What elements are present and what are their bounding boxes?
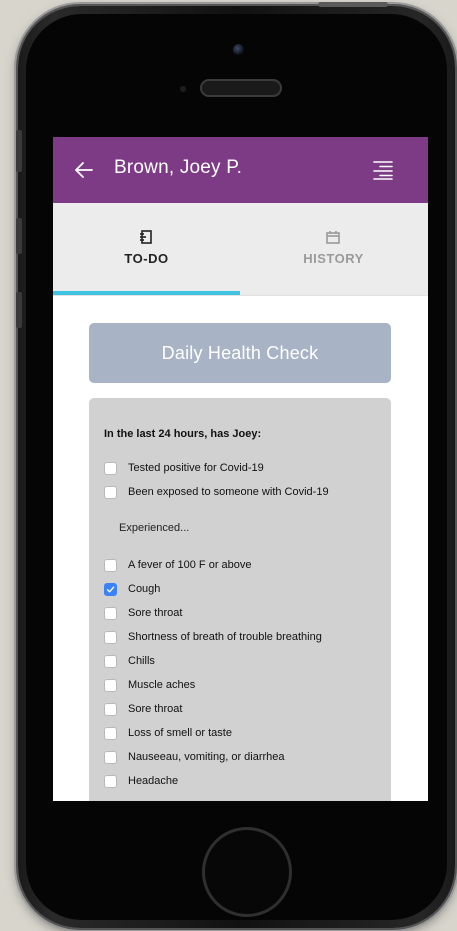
check-icon <box>106 586 115 592</box>
volume-up-button <box>16 218 22 254</box>
checkbox[interactable] <box>104 702 117 716</box>
checkbox-row[interactable]: Tested positive for Covid-19 <box>104 460 264 476</box>
questionnaire-card: In the last 24 hours, has Joey: Tested p… <box>89 398 391 801</box>
front-camera <box>233 44 244 55</box>
proximity-sensor <box>180 86 186 92</box>
daily-health-check-button[interactable]: Daily Health Check <box>89 323 391 383</box>
tab-bar: TO-DO HISTORY <box>53 203 428 296</box>
checkbox-label: Been exposed to someone with Covid-19 <box>128 486 329 498</box>
checkbox-row[interactable]: Chills <box>104 653 155 669</box>
checkbox-row[interactable]: Headache <box>104 773 178 789</box>
todo-content: Daily Health Check In the last 24 hours,… <box>53 295 428 801</box>
checkbox-row[interactable]: Sore throat <box>104 701 182 717</box>
checkbox-label: Cough <box>128 583 161 595</box>
power-button <box>318 2 388 7</box>
checkbox-row[interactable]: Cough <box>104 581 160 597</box>
home-button[interactable] <box>202 827 292 917</box>
calendar-icon <box>326 231 340 244</box>
checkbox-row[interactable]: Been exposed to someone with Covid-19 <box>104 484 329 500</box>
checkbox-row[interactable]: A fever of 100 F or above <box>104 557 252 573</box>
earpiece-speaker <box>200 79 282 97</box>
checkbox[interactable] <box>104 606 117 620</box>
checkbox[interactable] <box>104 558 117 572</box>
patient-name: Brown, Joey P. <box>114 157 243 178</box>
app-screen: Brown, Joey P. TO-DO HISTORY Daily Healt… <box>53 137 428 801</box>
checkbox-label: Headache <box>128 775 179 787</box>
tab-todo-label: TO-DO <box>124 251 169 266</box>
checkbox-label: Muscle aches <box>128 679 196 691</box>
checkbox-row[interactable]: Loss of smell or taste <box>104 725 232 741</box>
question-heading: In the last 24 hours, has Joey: <box>104 428 262 440</box>
todo-icon <box>140 230 152 244</box>
checkbox-label: A fever of 100 F or above <box>128 559 252 571</box>
app-header: Brown, Joey P. <box>53 137 428 203</box>
checkbox[interactable] <box>104 630 117 644</box>
checkbox-label: Nauseeau, vomiting, or diarrhea <box>128 751 285 763</box>
checkbox[interactable] <box>104 678 117 692</box>
checkbox-row[interactable]: Muscle aches <box>104 677 195 693</box>
tab-history[interactable]: HISTORY <box>240 203 427 295</box>
checkbox-label: Chills <box>128 655 155 667</box>
checkbox-row[interactable]: Nauseeau, vomiting, or diarrhea <box>104 749 285 765</box>
checkbox[interactable] <box>104 461 117 475</box>
checkbox-label: Loss of smell or taste <box>128 727 232 739</box>
checkbox-row[interactable]: Shortness of breath of trouble breathing <box>104 629 322 645</box>
volume-down-button <box>16 292 22 328</box>
checkbox-label: Sore throat <box>128 607 183 619</box>
checkbox-checked[interactable] <box>104 582 117 596</box>
checkbox[interactable] <box>104 726 117 740</box>
checkbox[interactable] <box>104 654 117 668</box>
checkbox[interactable] <box>104 485 117 499</box>
checkbox[interactable] <box>104 750 117 764</box>
tab-history-label: HISTORY <box>303 251 364 266</box>
checkbox-label: Sore throat <box>128 703 183 715</box>
back-arrow-icon[interactable] <box>73 159 95 181</box>
list-menu-icon[interactable] <box>372 160 394 180</box>
checkbox[interactable] <box>104 774 117 788</box>
checkbox-label: Shortness of breath of trouble breathing <box>128 631 322 643</box>
checkbox-row[interactable]: Sore throat <box>104 605 182 621</box>
silent-switch <box>16 130 22 172</box>
checkbox-label: Tested positive for Covid-19 <box>128 462 264 474</box>
experienced-subheading: Experienced... <box>119 522 190 534</box>
tab-todo[interactable]: TO-DO <box>53 203 240 295</box>
